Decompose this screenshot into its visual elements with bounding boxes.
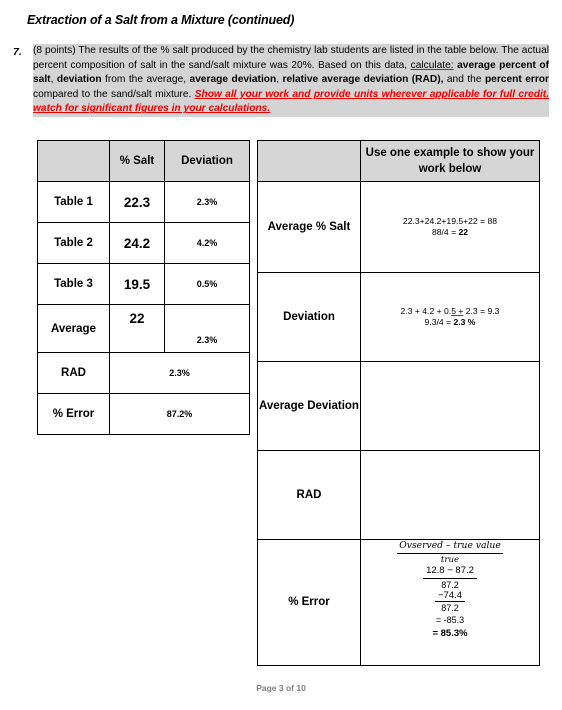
cell-deviation-table-3: 0.5%	[164, 263, 250, 305]
work-label-rad: RAD	[257, 450, 361, 540]
work-table-row: Average % Salt 22.3+24.2+19.5+22 = 88 88…	[257, 181, 540, 273]
work-cell-average-deviation[interactable]	[360, 361, 540, 451]
header-cell-deviation: Deviation	[164, 140, 250, 182]
work-table-row: Deviation 2.3 + 4.2 + 0.5 + 2.3 = 9.3 9.…	[257, 272, 540, 362]
question-text-part6: and the	[443, 74, 485, 86]
math-final-result: = 85.3%	[432, 628, 468, 639]
cell-deviation-average: 2.3%	[164, 304, 250, 353]
table-row: Table 1 22.3 2.3%	[37, 181, 250, 223]
work-cell-rad[interactable]	[360, 450, 540, 540]
math-step-1: 12.8 − 87.2	[423, 565, 477, 579]
work-cell-average-percent-salt: 22.3+24.2+19.5+22 = 88 88/4 = 22	[360, 181, 540, 273]
cell-salt-table-3: 19.5	[109, 263, 165, 305]
row-label-table-2: Table 2	[37, 222, 110, 264]
math-formula-numerator-wrap: Ovserved – true value	[361, 540, 539, 554]
row-label-rad: RAD	[37, 352, 110, 394]
row-label-table-3: Table 3	[37, 263, 110, 305]
row-label-average: Average	[37, 304, 110, 353]
math-step-2: 87.2	[441, 579, 459, 590]
work-line-1: 2.3 + 4.2 + 0.5 + 2.3 = 9.3	[361, 306, 539, 318]
table-header-row: % Salt Deviation	[37, 140, 250, 182]
work-cell-percent-error: Ovserved – true value true 12.8 − 87.2 8…	[360, 539, 540, 666]
work-table-row: Average Deviation	[257, 361, 540, 451]
work-label-percent-error: % Error	[257, 539, 361, 666]
work-label-deviation: Deviation	[257, 272, 361, 362]
work-label-average-deviation: Average Deviation	[257, 361, 361, 451]
question-text: (8 points) The results of the % salt pro…	[33, 44, 549, 117]
math-step-5: = -85.3	[435, 614, 465, 625]
work-line-2-result: 2.3 %	[453, 317, 476, 327]
work-header-instruction: Use one example to show your work below	[360, 140, 540, 182]
page-title: Extraction of a Salt from a Mixture (con…	[27, 13, 295, 27]
cell-salt-table-1: 22.3	[109, 181, 165, 223]
work-header-text: Use one example to show your work below	[365, 147, 535, 175]
work-cell-deviation: 2.3 + 4.2 + 0.5 + 2.3 = 9.3 9.3/4 = 2.3 …	[360, 272, 540, 362]
work-label-average-percent-salt: Average % Salt	[257, 181, 361, 273]
question-bold-percent-error: percent error	[484, 74, 549, 86]
work-line-1-b: 2.3 = 9.3	[463, 305, 500, 316]
question-bold-deviation: deviation	[56, 74, 102, 86]
question-number: 7.	[13, 46, 22, 58]
table-row: RAD 2.3%	[37, 352, 250, 394]
math-formula-numerator: Ovserved – true value	[397, 540, 503, 554]
row-label-percent-error: % Error	[37, 393, 110, 435]
work-line-2: 9.3/4 = 2.3 %	[361, 317, 539, 329]
work-line-1-underlined: 5 +	[451, 305, 464, 316]
cell-deviation-table-1: 2.3%	[164, 181, 250, 223]
math-step-2-wrap: 87.2 −74.4	[361, 579, 539, 602]
cell-percent-error-value: 87.2%	[109, 393, 250, 435]
cell-salt-average: 22	[109, 304, 165, 353]
work-line-2-pre: 88/4 =	[431, 227, 459, 237]
work-line-2-pre: 9.3/4 =	[424, 317, 454, 327]
header-cell-blank	[37, 140, 110, 182]
row-label-table-1: Table 1	[37, 181, 110, 223]
question-text-part7: compared to the sand/salt mixture.	[33, 88, 195, 100]
work-line-2-result: 22	[458, 227, 469, 237]
header-cell-percent-salt: % Salt	[109, 140, 165, 182]
work-table-row: % Error Ovserved – true value true 12.8 …	[257, 539, 540, 666]
calculate-keyword: calculate:	[410, 59, 454, 71]
work-table: Use one example to show your work below …	[257, 140, 540, 666]
table-row: Table 2 24.2 4.2%	[37, 222, 250, 264]
work-table-header-row: Use one example to show your work below	[257, 140, 540, 182]
work-line-2: 88/4 = 22	[361, 227, 539, 239]
math-step-1-wrap: 12.8 − 87.2	[361, 565, 539, 579]
work-table-row: RAD	[257, 450, 540, 540]
cell-salt-table-2: 24.2	[109, 222, 165, 264]
page-footer: Page 3 of 10	[256, 683, 306, 693]
work-header-blank	[257, 140, 361, 182]
question-text-part4: from the average,	[101, 74, 190, 86]
work-line-1-a: 2.3 + 4.2 + 0.	[400, 305, 452, 316]
question-bold-rad: relative average deviation (RAD),	[282, 74, 444, 86]
table-row: Average 22 2.3%	[37, 304, 250, 353]
cell-deviation-table-2: 4.2%	[164, 222, 250, 264]
math-step-4: 87.2	[441, 603, 459, 613]
work-line-1: 22.3+24.2+19.5+22 = 88	[402, 215, 498, 226]
results-table: % Salt Deviation Table 1 22.3 2.3% Table…	[37, 140, 250, 435]
math-step-3: −74.4	[434, 591, 466, 602]
cell-rad-value: 2.3%	[109, 352, 250, 394]
table-row: Table 3 19.5 0.5%	[37, 263, 250, 305]
math-step-2-group: 87.2 −74.4	[434, 579, 466, 602]
question-bold-average-deviation: average deviation	[189, 74, 277, 86]
math-formula-denominator: true	[440, 554, 460, 565]
question-block: 7. (8 points) The results of the % salt …	[13, 44, 549, 117]
table-row: % Error 87.2%	[37, 393, 250, 435]
